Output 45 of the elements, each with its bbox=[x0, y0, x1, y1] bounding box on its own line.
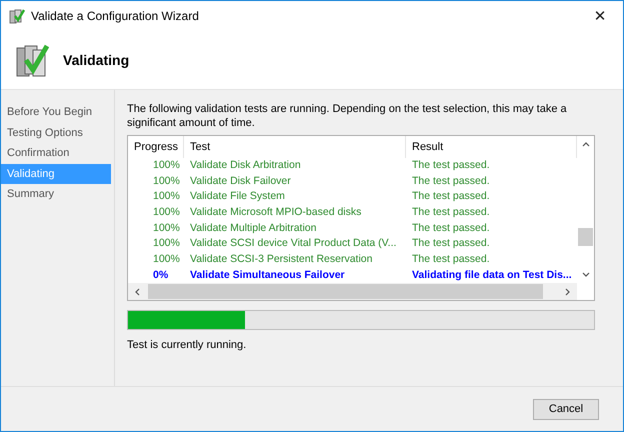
table-cell-text: 0% bbox=[152, 268, 170, 283]
server-check-icon bbox=[9, 8, 25, 24]
table-cell-text: The test passed. bbox=[411, 236, 491, 252]
table-cell-text: 100% bbox=[152, 220, 181, 236]
server-check-icon bbox=[15, 42, 49, 78]
column-header[interactable]: Progress bbox=[128, 136, 184, 158]
table-cell-text: Validate Disk Failover bbox=[189, 174, 292, 189]
sidebar-item[interactable]: Testing Options bbox=[1, 122, 111, 143]
sidebar-item[interactable]: Summary bbox=[1, 184, 111, 204]
cancel-button[interactable]: Cancel bbox=[533, 398, 599, 420]
table-cell-text: Validate SCSI-3 Persistent Reservation bbox=[189, 252, 374, 268]
table-cell-text: 100% bbox=[152, 174, 181, 189]
close-button[interactable]: ✕ bbox=[577, 1, 623, 31]
table-cell-text: 100% bbox=[152, 189, 181, 204]
scroll-right-icon[interactable] bbox=[563, 288, 571, 296]
table-cell-text: The test passed. bbox=[411, 174, 491, 189]
scroll-up-icon[interactable] bbox=[582, 141, 590, 149]
table-cell-text: Validate Disk Arbitration bbox=[189, 158, 302, 173]
table-cell-text: The test passed. bbox=[411, 220, 491, 236]
scroll-left-icon[interactable] bbox=[134, 288, 142, 296]
table-cell-text: Validate Simultaneous Failover bbox=[189, 268, 346, 283]
status-text: Test is currently running. bbox=[127, 339, 248, 351]
scroll-down-icon[interactable] bbox=[582, 270, 590, 278]
table-cell-text: 100% bbox=[152, 158, 181, 173]
column-header[interactable]: Test bbox=[184, 136, 406, 158]
table-cell-text: The test passed. bbox=[411, 189, 491, 204]
page-title: Validating bbox=[63, 52, 130, 68]
table-cell-text: Validating file data on Test Dis... bbox=[411, 268, 573, 283]
scroll-thumb[interactable] bbox=[578, 228, 593, 246]
table-cell-text: The test passed. bbox=[411, 158, 491, 173]
table-cell-text: Validate File System bbox=[189, 189, 286, 204]
sidebar-item[interactable]: Confirmation bbox=[1, 143, 111, 164]
table-cell-text: 100% bbox=[152, 252, 181, 268]
table-cell-text: Validate Multiple Arbitration bbox=[189, 220, 318, 236]
table-cell-text: Validate SCSI device Vital Product Data (V... bbox=[189, 236, 398, 252]
sidebar-item[interactable]: Before You Begin bbox=[1, 102, 111, 122]
horizontal-scrollbar[interactable] bbox=[128, 283, 577, 300]
table-cell-text: Validate Microsoft MPIO-based disks bbox=[189, 205, 362, 220]
table-cell-text: The test passed. bbox=[411, 205, 491, 220]
table-cell-text: The test passed. bbox=[411, 252, 491, 268]
window-title: Validate a Configuration Wizard bbox=[31, 9, 200, 23]
description-text: The following validation tests are running. Depending on the test selection, this may take a significant amount of time. bbox=[127, 102, 568, 130]
table-cell-text: 100% bbox=[152, 236, 181, 252]
scroll-thumb[interactable] bbox=[148, 284, 543, 299]
table-cell-text: 100% bbox=[152, 205, 181, 220]
